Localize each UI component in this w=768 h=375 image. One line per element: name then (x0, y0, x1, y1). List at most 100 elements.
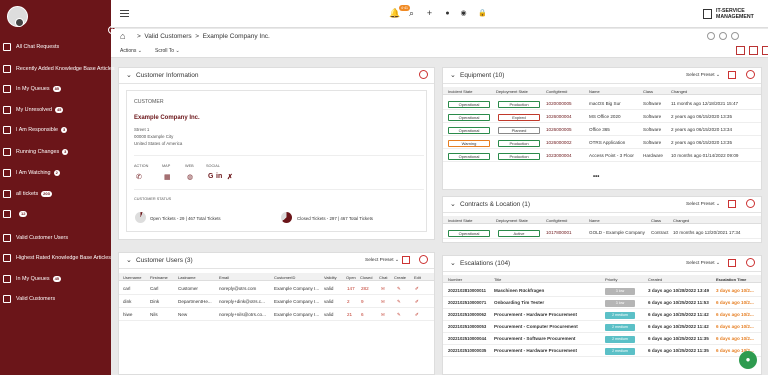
create-ticket-icon[interactable]: ✎ (397, 312, 401, 318)
column-header[interactable]: CustomerID (274, 275, 295, 280)
table-row[interactable]: hiwe Nils New noreply+nils@otrs.co... Ex… (119, 309, 434, 321)
bell-icon[interactable]: 🔔 (389, 9, 400, 18)
add-contract-icon[interactable] (728, 200, 736, 208)
collapse-chevron-icon[interactable]: ⌄ (450, 259, 456, 267)
collapse-chevron-icon[interactable]: ⌄ (450, 200, 456, 208)
sidebar-item-valid-customer-users[interactable]: Valid Customer Users (3, 231, 109, 245)
gear-icon[interactable] (419, 70, 428, 79)
gear-icon[interactable] (746, 70, 755, 79)
column-header[interactable]: Configitem# (546, 89, 567, 94)
add-ticket-icon[interactable] (728, 259, 736, 267)
column-header[interactable]: Title (494, 277, 501, 282)
table-row[interactable]: dink Dink DepartmentHe... noreply+dink@o… (119, 296, 434, 308)
open-cell[interactable]: 21 (347, 312, 352, 317)
eye-icon[interactable]: ◉ (459, 9, 468, 18)
column-header[interactable]: Escalation Time (716, 277, 746, 282)
column-header[interactable]: Deployment State (496, 89, 528, 94)
table-row[interactable]: carl Carl Customer noreply@otrs.com Exam… (119, 283, 434, 295)
gear-icon[interactable] (746, 258, 755, 267)
layout-two-column-icon[interactable] (749, 46, 758, 55)
closed-cell[interactable]: 6 (361, 312, 364, 317)
forward-icon[interactable] (731, 32, 739, 40)
configitem-number[interactable]: 1023000004 (546, 153, 572, 158)
column-header[interactable]: Incident State (448, 218, 472, 223)
menu-icon[interactable] (120, 8, 129, 17)
sidebar-item-all-chat-requests[interactable]: All Chat Requests (3, 40, 109, 54)
chat-icon[interactable]: ✉ (381, 299, 385, 305)
create-ticket-icon[interactable]: ✎ (397, 299, 401, 305)
column-header[interactable]: Incident State (448, 89, 472, 94)
column-header[interactable]: Name (589, 89, 600, 94)
edit-icon[interactable]: ✐ (415, 312, 419, 318)
ticket-title[interactable]: Procurement - Computer Procurement (494, 324, 578, 329)
ticket-title[interactable]: Procurement - Hardware Procurement (494, 348, 577, 353)
add-user-icon[interactable] (402, 256, 410, 264)
layout-grid-icon[interactable] (762, 46, 768, 55)
linkedin-icon[interactable]: in (216, 173, 222, 180)
open-cell[interactable]: 147 (347, 286, 355, 291)
column-header[interactable]: Edit (414, 275, 421, 280)
ticket-number[interactable]: 2022102510000044 (448, 336, 486, 341)
column-header[interactable]: Number (448, 277, 462, 282)
sidebar-item-in-my-queues-2[interactable]: In My Queues 45 (3, 272, 109, 286)
configitem-number[interactable]: 1017800001 (546, 230, 572, 235)
configitem-number[interactable]: 1026000005 (546, 127, 572, 132)
gear-icon[interactable] (746, 199, 755, 208)
globe-icon[interactable]: ◍ (187, 173, 193, 181)
scroll-to-menu[interactable]: Scroll To ⌄ (155, 48, 180, 54)
user-icon[interactable]: ● (443, 9, 452, 18)
sidebar-item-i-am-watching[interactable]: I Am Watching 2 (3, 166, 109, 180)
chat-icon[interactable]: ✉ (381, 312, 385, 318)
table-row[interactable]: Warning Production 1026000002 OTRS Appli… (443, 137, 761, 149)
google-icon[interactable]: G (208, 173, 213, 180)
edit-icon[interactable]: ✐ (415, 286, 419, 292)
column-header[interactable]: Create (394, 275, 406, 280)
column-header[interactable]: Configitem# (546, 218, 567, 223)
table-row[interactable]: 2022102510000071 Onboarding Tim Tester 3… (443, 297, 761, 309)
lock-icon[interactable]: 🔒 (478, 9, 487, 18)
back-icon[interactable] (719, 32, 727, 40)
sidebar-item-running-changes[interactable]: Running Changes 3 (3, 145, 109, 159)
show-more-button[interactable]: ••• (593, 174, 599, 180)
layout-single-icon[interactable] (736, 46, 745, 55)
open-cell[interactable]: 2 (347, 299, 350, 304)
ticket-number[interactable]: 2022102810000011 (448, 288, 486, 293)
actions-menu[interactable]: Actions ⌄ (120, 48, 142, 54)
open-tickets-text[interactable]: Open Tickets - 29 | 467 Total Tickets (150, 216, 221, 221)
settings-circle-icon[interactable] (707, 32, 715, 40)
ticket-title[interactable]: Procurement - Hardware Procurement (494, 312, 577, 317)
search-icon[interactable]: ⌕ (407, 9, 416, 18)
closed-cell[interactable]: 282 (361, 286, 369, 291)
ticket-number[interactable]: 2022102510000062 (448, 312, 486, 317)
column-header[interactable]: Name (589, 218, 600, 223)
sidebar-item-unnamed[interactable]: 12 (3, 207, 109, 221)
table-row[interactable]: 2022102510000035 Procurement - Hardware … (443, 345, 761, 357)
chat-launcher-button[interactable]: ● (739, 351, 757, 369)
table-row[interactable]: Operational Planned 1026000005 Office 36… (443, 124, 761, 136)
customer-name[interactable]: Example Company Inc. (134, 115, 200, 121)
configitem-number[interactable]: 1026000002 (546, 140, 572, 145)
table-row[interactable]: 2022102510000044 Procurement - Software … (443, 333, 761, 345)
xing-icon[interactable]: ✗ (227, 173, 233, 181)
collapse-chevron-icon[interactable]: ⌄ (126, 71, 132, 79)
column-header[interactable]: Priority (605, 277, 617, 282)
configitem-number[interactable]: 1026000004 (546, 114, 572, 119)
select-preset-dropdown[interactable]: Select Preset ⌄ (365, 258, 399, 263)
column-header[interactable]: Changed (671, 89, 687, 94)
ticket-number[interactable]: 2022102510000053 (448, 324, 486, 329)
collapse-chevron-icon[interactable]: ⌄ (450, 71, 456, 79)
table-row[interactable]: 2022102510000062 Procurement - Hardware … (443, 309, 761, 321)
call-icon[interactable]: ✆ (136, 173, 142, 181)
sidebar-item-valid-customers[interactable]: Valid Customers (3, 292, 109, 306)
column-header[interactable]: Deployment State (496, 218, 528, 223)
collapse-chevron-icon[interactable]: ⌄ (126, 256, 132, 264)
column-header[interactable]: Closed (360, 275, 372, 280)
column-header[interactable]: Created (648, 277, 662, 282)
column-header[interactable]: Changed (673, 218, 689, 223)
column-header[interactable]: Username (123, 275, 141, 280)
closed-tickets-text[interactable]: Closed Tickets - 297 | 467 Total Tickets (297, 216, 373, 221)
column-header[interactable]: Validity (324, 275, 337, 280)
closed-cell[interactable]: 9 (361, 299, 364, 304)
map-icon[interactable]: ▦ (164, 173, 171, 181)
select-preset-dropdown[interactable]: Select Preset ⌄ (686, 73, 720, 78)
